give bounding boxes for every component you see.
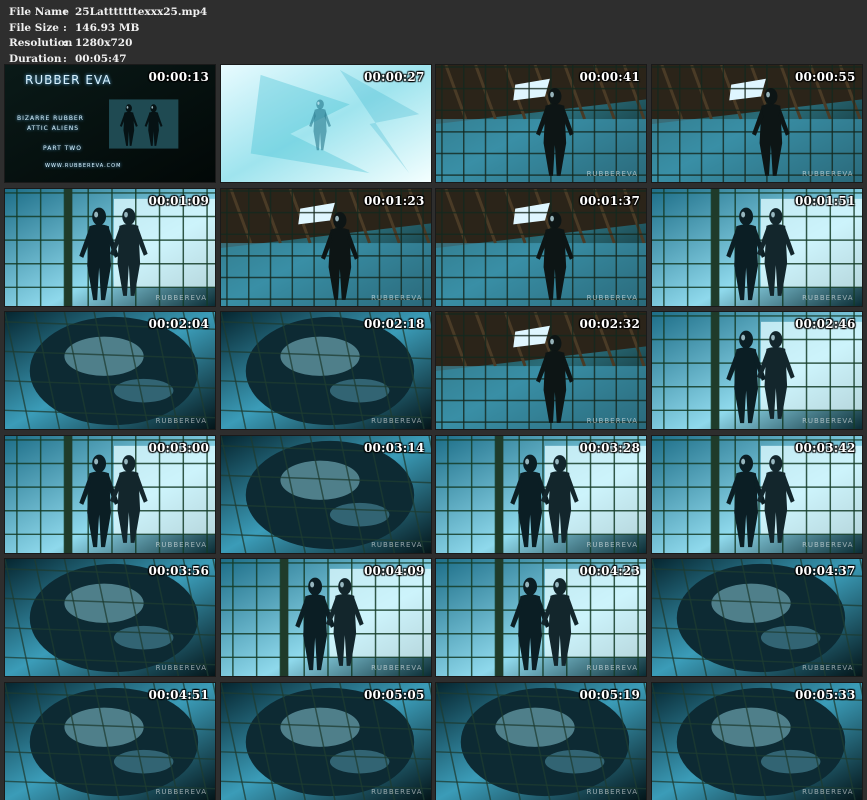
thumbnail-timestamp: 00:04:09 (363, 564, 425, 578)
watermark: RUBBEREVA (586, 540, 638, 549)
watermark: RUBBEREVA (155, 540, 207, 549)
thumbnail: 00:03:14 RUBBEREVA (219, 434, 432, 554)
thumbnail-timestamp: 00:03:56 (148, 564, 209, 578)
thumbnail: 00:01:23 RUBBEREVA (219, 187, 432, 307)
watermark: RUBBEREVA (802, 664, 854, 672)
watermark: RUBBEREVA (371, 293, 423, 302)
thumbnail-timestamp: 00:01:09 (148, 193, 209, 208)
thumbnail: 00:00:27 (219, 64, 432, 183)
thumbnail-timestamp: 00:02:04 (148, 317, 209, 331)
thumbnail-timestamp: 00:02:18 (363, 317, 425, 331)
thumbnail-timestamp: 00:04:51 (148, 687, 209, 702)
watermark: RUBBEREVA (371, 540, 423, 549)
watermark: RUBBEREVA (155, 787, 207, 796)
file-info-panel: File Name : 25Latttttttexxx25.mp4 File S… (9, 5, 207, 67)
file-name-value: 25Latttttttexxx25.mp4 (75, 6, 208, 18)
thumbnail: 00:01:09 RUBBEREVA (4, 187, 216, 307)
thumbnail: RUBBER EVA BIZARRE RUBBER ATTIC ALIENS PART… (4, 64, 216, 183)
watermark: RUBBEREVA (586, 170, 638, 178)
watermark: RUBBEREVA (802, 293, 854, 302)
thumbnail: 00:02:18 RUBBEREVA (219, 311, 432, 430)
watermark: RUBBEREVA (586, 664, 638, 672)
watermark: RUBBEREVA (155, 417, 207, 425)
watermark: RUBBEREVA (802, 417, 854, 425)
thumbnail: 00:01:37 RUBBEREVA (435, 187, 647, 307)
watermark: RUBBEREVA (155, 664, 207, 672)
watermark: RUBBEREVA (802, 540, 854, 549)
thumbnail-timestamp: 00:04:37 (794, 564, 856, 578)
thumbnail: 00:02:32 RUBBEREVA (435, 311, 647, 430)
resolution-row: Resolution : 1280x720 (9, 36, 207, 52)
thumbnail: 00:01:51 RUBBEREVA (650, 187, 863, 307)
thumbnail-timestamp: 00:01:23 (363, 193, 425, 208)
thumbnail: 00:00:41 RUBBEREVA (435, 64, 647, 183)
watermark: RUBBEREVA (586, 417, 638, 425)
thumbnail: 00:04:09 RUBBEREVA (219, 558, 432, 677)
title-card-site: WWW.RUBBEREVA.COM (45, 163, 122, 169)
thumbnail-timestamp: 00:03:14 (363, 440, 425, 455)
separator: : (63, 6, 67, 18)
resolution-label: Resolution (9, 37, 73, 49)
file-size-row: File Size : 146.93 MB (9, 21, 207, 37)
thumbnail-timestamp: 00:00:41 (579, 70, 640, 84)
thumbnail-timestamp: 00:00:13 (148, 70, 209, 84)
title-card-line: ATTIC ALIENS (27, 125, 80, 132)
thumbnail-timestamp: 00:00:27 (363, 70, 425, 84)
thumbnail-timestamp: 00:05:05 (363, 687, 425, 702)
watermark: RUBBEREVA (371, 787, 423, 796)
watermark: RUBBEREVA (802, 170, 854, 178)
thumbnail: 00:03:42 RUBBEREVA (650, 434, 863, 554)
thumbnail-timestamp: 00:02:46 (794, 317, 856, 331)
thumbnail: 00:05:19 RUBBEREVA (435, 681, 647, 800)
thumbnail-timestamp: 00:00:55 (794, 70, 856, 84)
title-card-line: BIZARRE RUBBER (17, 115, 84, 122)
separator: : (63, 21, 67, 34)
thumbnail-timestamp: 00:01:51 (794, 193, 856, 208)
file-name-label: File Name (9, 6, 69, 18)
file-size-label: File Size (9, 21, 59, 34)
thumbnail-timestamp: 00:03:00 (148, 440, 209, 455)
title-card-line: PART TWO (43, 145, 82, 152)
title-card-brand: RUBBER EVA (25, 73, 112, 87)
thumbnail-timestamp: 00:01:37 (579, 193, 640, 208)
watermark: RUBBEREVA (371, 664, 423, 672)
thumbnail: 00:04:37 RUBBEREVA (650, 558, 863, 677)
thumbnail: 00:03:28 RUBBEREVA (435, 434, 647, 554)
separator: : (63, 37, 67, 49)
thumbnail: 00:05:33 RUBBEREVA (650, 681, 863, 800)
thumbnail: 00:00:55 RUBBEREVA (650, 64, 863, 183)
watermark: RUBBEREVA (155, 293, 207, 302)
thumbnail-timestamp: 00:02:32 (579, 317, 640, 331)
thumbnail: 00:02:46 RUBBEREVA (650, 311, 863, 430)
watermark: RUBBEREVA (586, 293, 638, 302)
thumbnail: 00:04:23 RUBBEREVA (435, 558, 647, 677)
thumbnail-timestamp: 00:03:28 (579, 440, 640, 455)
thumbnail-timestamp: 00:04:23 (579, 564, 640, 578)
thumbnail: 00:04:51 RUBBEREVA (4, 681, 216, 800)
file-name-row: File Name : 25Latttttttexxx25.mp4 (9, 5, 207, 21)
watermark: RUBBEREVA (802, 787, 854, 796)
thumbnail: 00:03:56 RUBBEREVA (4, 558, 216, 677)
thumbnail-timestamp: 00:05:19 (579, 687, 640, 702)
thumbnail: 00:05:05 RUBBEREVA (219, 681, 432, 800)
thumbnail-timestamp: 00:05:33 (794, 687, 856, 702)
watermark: RUBBEREVA (586, 787, 638, 796)
thumbnail-timestamp: 00:03:42 (794, 440, 856, 455)
watermark: RUBBEREVA (371, 417, 423, 425)
thumbnail: 00:03:00 RUBBEREVA (4, 434, 216, 554)
thumbnail: 00:02:04 RUBBEREVA (4, 311, 216, 430)
file-size-value: 146.93 MB (75, 21, 140, 34)
resolution-value: 1280x720 (75, 37, 133, 49)
thumbnail-grid: RUBBER EVA BIZARRE RUBBER ATTIC ALIENS PART… (4, 64, 864, 800)
